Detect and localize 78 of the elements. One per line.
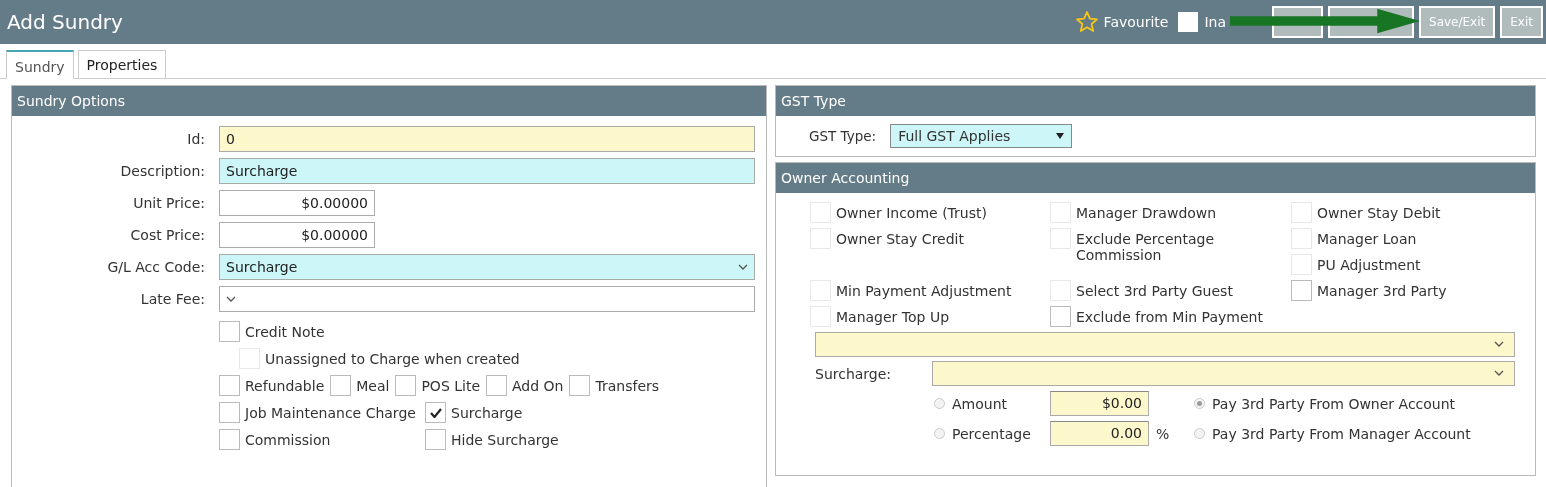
checkbox[interactable] bbox=[330, 375, 352, 396]
panel-title: Sundry Options bbox=[12, 86, 766, 116]
checkbox-label: Owner Stay Debit bbox=[1317, 204, 1442, 221]
checkbox-label: Exclude from Min Payment bbox=[1076, 308, 1264, 325]
checkbox-label: Meal bbox=[356, 377, 390, 394]
checkbox[interactable] bbox=[425, 402, 446, 423]
select-field[interactable] bbox=[219, 286, 755, 312]
field-label: Description: bbox=[119, 163, 205, 179]
field-label: GST Type: bbox=[809, 128, 877, 144]
unit-label: % bbox=[1155, 425, 1171, 442]
checkbox-label: Credit Note bbox=[245, 323, 325, 340]
checkbox-label: POS Lite bbox=[421, 377, 480, 394]
panel-title: GST Type bbox=[776, 86, 1535, 116]
caret-icon bbox=[738, 263, 748, 271]
input-field[interactable]: $0.00 bbox=[1050, 391, 1149, 416]
caret-icon bbox=[226, 295, 236, 303]
field-label: Id: bbox=[186, 131, 205, 147]
caret-icon bbox=[1494, 341, 1504, 348]
field-label: Late Fee: bbox=[139, 291, 205, 307]
caret-icon bbox=[1056, 133, 1065, 139]
checkbox-label: Hide Surcharge bbox=[451, 431, 559, 448]
checkbox-label: Job Maintenance Charge bbox=[245, 404, 416, 421]
window-title: Add Sundry bbox=[7, 10, 123, 34]
checkbox-label: Unassigned to Charge when created bbox=[265, 350, 520, 367]
checkbox[interactable] bbox=[219, 429, 240, 450]
input-field[interactable]: 0 bbox=[219, 126, 755, 152]
checkbox[interactable] bbox=[1291, 280, 1312, 301]
checkbox[interactable] bbox=[1050, 306, 1071, 327]
checkbox-label: Manager Drawdown bbox=[1076, 204, 1218, 221]
radio-button[interactable] bbox=[934, 398, 945, 409]
select-field[interactable]: Full GST Applies bbox=[890, 124, 1073, 148]
radio-button[interactable] bbox=[1194, 428, 1205, 439]
checkbox-label: Owner Income (Trust) bbox=[836, 204, 988, 221]
checkbox-label: Commission bbox=[245, 431, 331, 448]
star-icon[interactable] bbox=[1074, 10, 1099, 34]
checkbox-label: Transfers bbox=[595, 377, 660, 394]
radio-label: Pay 3rd Party From Manager Account bbox=[1212, 425, 1471, 442]
checkbox[interactable] bbox=[219, 321, 240, 342]
panel-title: Owner Accounting bbox=[776, 163, 1535, 193]
select-field[interactable] bbox=[932, 361, 1515, 386]
select-field[interactable]: Surcharge bbox=[219, 254, 755, 280]
checkbox-label: Exclude Percentage Commission bbox=[1076, 230, 1216, 263]
radio-label: Pay 3rd Party From Owner Account bbox=[1212, 395, 1456, 412]
check-icon bbox=[429, 407, 442, 418]
input-field[interactable]: 0.00 bbox=[1050, 421, 1149, 446]
field-label: Cost Price: bbox=[129, 227, 205, 243]
checkbox-label: Manager Top Up bbox=[836, 308, 951, 325]
checkbox-label: Owner Stay Credit bbox=[836, 230, 965, 247]
field-label: G/L Acc Code: bbox=[106, 259, 205, 275]
checkbox-label: Surcharge bbox=[451, 404, 523, 421]
radio-label: Amount bbox=[952, 395, 1008, 412]
checkbox-label: Select 3rd Party Guest bbox=[1076, 282, 1234, 299]
checkbox-label: Min Payment Adjustment bbox=[836, 282, 1013, 299]
tab[interactable]: Properties bbox=[77, 50, 167, 78]
checkbox[interactable] bbox=[425, 429, 446, 450]
input-field[interactable]: $0.00000 bbox=[219, 190, 375, 216]
favourite-label: Favourite bbox=[1103, 14, 1169, 30]
select-field[interactable] bbox=[815, 332, 1515, 357]
checkbox[interactable] bbox=[219, 402, 240, 423]
checkbox[interactable] bbox=[486, 375, 507, 396]
caret-icon bbox=[1494, 370, 1504, 377]
checkbox[interactable] bbox=[219, 375, 240, 396]
inactive-label: Ina bbox=[1204, 14, 1227, 30]
checkbox-label: Add On bbox=[512, 377, 564, 394]
radio-button[interactable] bbox=[1194, 398, 1205, 409]
checkbox-label: Manager 3rd Party bbox=[1317, 282, 1448, 299]
input-field[interactable]: Surcharge bbox=[219, 158, 755, 184]
checkbox[interactable] bbox=[569, 375, 591, 396]
checkbox-label: PU Adjustment bbox=[1317, 256, 1422, 273]
checkbox[interactable] bbox=[395, 375, 417, 396]
field-label: Unit Price: bbox=[132, 195, 205, 211]
checkbox-label: Manager Loan bbox=[1317, 230, 1418, 247]
field-label: Surcharge: bbox=[815, 365, 893, 382]
tab[interactable]: Sundry bbox=[6, 50, 74, 79]
input-field[interactable]: $0.00000 bbox=[219, 222, 375, 248]
checkbox-label: Refundable bbox=[245, 377, 325, 394]
radio-button[interactable] bbox=[934, 428, 945, 439]
radio-label: Percentage bbox=[952, 425, 1032, 442]
